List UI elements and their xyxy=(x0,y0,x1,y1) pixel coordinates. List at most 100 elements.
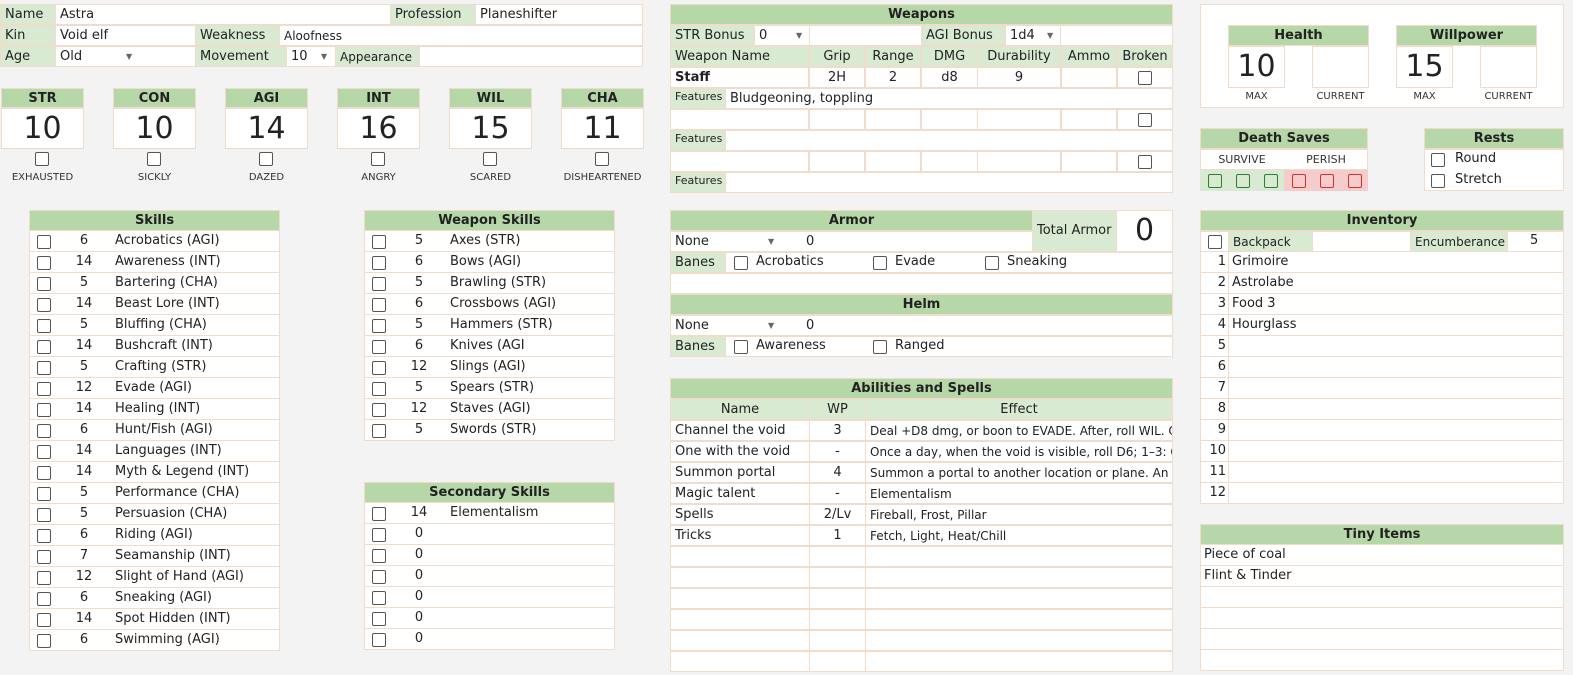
inventory-item[interactable]: Grimoire xyxy=(1232,252,1552,272)
ability-wp[interactable]: - xyxy=(809,441,866,462)
skill-value[interactable]: 0 xyxy=(404,545,434,565)
skill-value[interactable]: 5 xyxy=(404,420,434,440)
weapon-stat-field[interactable] xyxy=(809,109,865,130)
survive-checkbox[interactable] xyxy=(1236,174,1250,188)
skill-checkbox[interactable] xyxy=(372,570,386,584)
weapon-stat-field[interactable]: 9 xyxy=(977,67,1061,88)
ability-name[interactable] xyxy=(670,651,810,672)
skill-checkbox[interactable] xyxy=(372,298,386,312)
weapon-name-field[interactable] xyxy=(670,151,809,172)
skill-value[interactable]: 0 xyxy=(404,629,434,649)
skill-value[interactable]: 12 xyxy=(404,357,434,377)
ability-name[interactable] xyxy=(670,630,810,651)
skill-checkbox[interactable] xyxy=(372,319,386,333)
condition-checkbox[interactable] xyxy=(35,152,49,166)
weapon-stat-field[interactable] xyxy=(921,151,978,172)
skill-value[interactable]: 12 xyxy=(69,567,99,587)
skill-value[interactable]: 5 xyxy=(404,231,434,251)
skill-checkbox[interactable] xyxy=(37,319,51,333)
ability-effect[interactable] xyxy=(865,546,1173,567)
skill-checkbox[interactable] xyxy=(37,361,51,375)
ability-name[interactable]: Tricks xyxy=(670,525,810,546)
health-max-value[interactable]: 10 xyxy=(1228,46,1285,88)
skill-checkbox[interactable] xyxy=(372,549,386,563)
condition-checkbox[interactable] xyxy=(147,152,161,166)
backpack-checkbox[interactable] xyxy=(1208,235,1222,249)
condition-checkbox[interactable] xyxy=(595,152,609,166)
skill-value[interactable]: 5 xyxy=(404,378,434,398)
ability-name[interactable]: Channel the void xyxy=(670,420,810,441)
weakness-field[interactable]: Aloofness xyxy=(279,25,643,46)
attribute-value[interactable]: 10 xyxy=(1,108,84,149)
skill-value[interactable]: 12 xyxy=(404,399,434,419)
ability-name[interactable]: Summon portal xyxy=(670,462,810,483)
features-field[interactable] xyxy=(725,130,1173,151)
skill-value[interactable]: 0 xyxy=(404,566,434,586)
bane-checkbox[interactable] xyxy=(734,256,748,270)
weapon-stat-field[interactable] xyxy=(921,109,978,130)
skill-checkbox[interactable] xyxy=(37,466,51,480)
ability-wp[interactable] xyxy=(809,588,866,609)
skill-checkbox[interactable] xyxy=(37,277,51,291)
skill-checkbox[interactable] xyxy=(372,528,386,542)
weapon-stat-field[interactable]: 2H xyxy=(809,67,865,88)
ability-effect[interactable] xyxy=(865,651,1173,672)
encumbrance-value[interactable]: 5 xyxy=(1530,231,1538,251)
skill-checkbox[interactable] xyxy=(372,424,386,438)
skill-value[interactable]: 6 xyxy=(69,420,99,440)
skill-checkbox[interactable] xyxy=(37,445,51,459)
skill-value[interactable]: 5 xyxy=(69,357,99,377)
weapon-stat-field[interactable] xyxy=(977,151,1061,172)
total-armor-value[interactable]: 0 xyxy=(1116,210,1173,252)
ability-effect[interactable] xyxy=(865,567,1173,588)
ability-wp[interactable] xyxy=(809,567,866,588)
weapon-stat-field[interactable] xyxy=(977,109,1061,130)
skill-checkbox[interactable] xyxy=(37,340,51,354)
profession-field[interactable]: Planeshifter xyxy=(475,4,643,25)
skill-checkbox[interactable] xyxy=(37,235,51,249)
ability-effect[interactable]: Summon a portal to another location or p… xyxy=(865,462,1173,483)
perish-checkbox[interactable] xyxy=(1348,174,1362,188)
ability-effect[interactable]: Once a day, when the void is visible, ro… xyxy=(865,441,1173,462)
ability-wp[interactable]: 4 xyxy=(809,462,866,483)
skill-checkbox[interactable] xyxy=(372,256,386,270)
survive-checkbox[interactable] xyxy=(1208,174,1222,188)
skill-checkbox[interactable] xyxy=(372,591,386,605)
ability-name[interactable] xyxy=(670,588,810,609)
inventory-item[interactable]: Hourglass xyxy=(1232,315,1552,335)
ability-name[interactable] xyxy=(670,567,810,588)
skill-value[interactable]: 5 xyxy=(69,483,99,503)
name-field[interactable]: Astra xyxy=(55,4,391,25)
skill-value[interactable]: 0 xyxy=(404,608,434,628)
skill-value[interactable]: 14 xyxy=(69,609,99,629)
attribute-value[interactable]: 10 xyxy=(113,108,196,149)
willpower-current-value[interactable] xyxy=(1480,46,1537,88)
bane-checkbox[interactable] xyxy=(873,256,887,270)
skill-checkbox[interactable] xyxy=(37,256,51,270)
skill-value[interactable]: 6 xyxy=(69,231,99,251)
str-bonus-dropdown-icon[interactable]: ▼ xyxy=(796,31,802,40)
ability-effect[interactable]: Deal +D8 dmg, or boon to EVADE. After, r… xyxy=(865,420,1173,441)
weapon-stat-field[interactable] xyxy=(1061,67,1117,88)
skill-value[interactable]: 6 xyxy=(404,252,434,272)
bane-checkbox[interactable] xyxy=(734,340,748,354)
skill-value[interactable]: 6 xyxy=(69,630,99,650)
ability-name[interactable] xyxy=(670,609,810,630)
skill-checkbox[interactable] xyxy=(37,529,51,543)
skill-value[interactable]: 14 xyxy=(69,399,99,419)
skill-checkbox[interactable] xyxy=(37,508,51,522)
features-field[interactable] xyxy=(725,172,1173,193)
skill-checkbox[interactable] xyxy=(37,382,51,396)
skill-checkbox[interactable] xyxy=(372,235,386,249)
tiny-item[interactable]: Flint & Tinder xyxy=(1204,566,1554,586)
attribute-value[interactable]: 14 xyxy=(225,108,308,149)
skill-checkbox[interactable] xyxy=(372,633,386,647)
ability-wp[interactable] xyxy=(809,546,866,567)
armor-select[interactable]: None 0 xyxy=(670,231,1033,252)
skill-value[interactable]: 6 xyxy=(404,336,434,356)
attribute-value[interactable]: 16 xyxy=(337,108,420,149)
weapon-broken-checkbox[interactable] xyxy=(1138,113,1152,127)
skill-checkbox[interactable] xyxy=(37,403,51,417)
ability-effect[interactable]: Elementalism xyxy=(865,483,1173,504)
skill-value[interactable]: 5 xyxy=(404,273,434,293)
